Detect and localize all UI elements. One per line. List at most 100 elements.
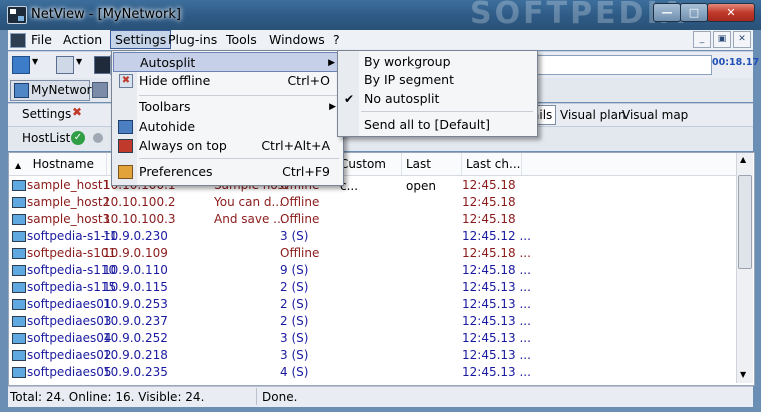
table-row[interactable]: softpedia-s1-t1 10.9.0.230 3 (S) 12:45.12 .… xyxy=(9,228,736,245)
maximize-button[interactable]: □ xyxy=(680,3,708,22)
menu-item-by-workgroup[interactable]: By workgroup xyxy=(339,52,536,72)
sort-up-icon: ▲ xyxy=(15,161,22,170)
close-button[interactable]: ✕ xyxy=(707,3,755,22)
menu-item-autohide[interactable]: Autohide xyxy=(113,117,342,137)
dropdown-arrow-icon[interactable]: ▼ xyxy=(32,57,38,66)
host-computer-icon xyxy=(12,299,26,310)
minimize-icon: — xyxy=(661,6,673,19)
scrollbar-thumb[interactable] xyxy=(738,175,752,269)
table-row[interactable]: softpedia-s115 10.9.0.115 2 (S) 12:45.13 ..… xyxy=(9,279,736,296)
hostlist-label: HostList xyxy=(22,131,71,145)
cell-comment: And save ... xyxy=(214,212,285,226)
cell-host: softpediaes03 xyxy=(27,314,112,328)
cell-state: 2 (S) xyxy=(280,314,309,328)
cell-state: Offline xyxy=(280,195,320,209)
refresh-icon[interactable] xyxy=(93,133,103,143)
menu-item-label: Send all to [Default] xyxy=(364,117,490,132)
cell-last-change: 12:45.18 xyxy=(462,195,516,209)
menu-item-toolbars[interactable]: Toolbars ▶ xyxy=(113,97,342,117)
cell-host: softpediaes01 xyxy=(27,297,112,311)
cell-state: 4 (S) xyxy=(280,365,309,379)
tab-visual-plan[interactable]: Visual plan xyxy=(560,106,626,124)
cell-host: softpediaes02 xyxy=(27,348,112,362)
tab-visual-map[interactable]: Visual map xyxy=(622,106,688,124)
tab-label: MyNetwork xyxy=(31,83,99,97)
table-row[interactable]: sample_host2 10.10.100.2 You can d... Offli… xyxy=(9,194,736,211)
time-readout: 00:18.17 xyxy=(712,57,760,68)
cell-last-change: 12:45.13 ... xyxy=(462,331,531,345)
menu-item-by-ip-segment[interactable]: By IP segment xyxy=(339,70,536,90)
host-computer-icon xyxy=(12,333,26,344)
cell-state: Offline xyxy=(280,212,320,226)
menu-windows[interactable]: Windows xyxy=(265,31,329,48)
title-bar[interactable]: NetView - [MyNetwork] SOFTPEDIA — □ ✕ xyxy=(0,0,761,31)
computer-icon[interactable] xyxy=(12,56,30,74)
scroll-up-icon[interactable]: ▲ xyxy=(740,155,746,164)
cell-state: 2 (S) xyxy=(280,280,309,294)
menu-action[interactable]: Action xyxy=(59,31,106,48)
table-row[interactable]: sample_host3 10.10.100.3 And save ... Offli… xyxy=(9,211,736,228)
check-icon[interactable]: ✓ xyxy=(71,131,85,145)
mdi-restore-button[interactable]: ▣ xyxy=(713,31,731,48)
cell-last-change: 12:45.12 ... xyxy=(462,229,531,243)
mdi-child-icon[interactable] xyxy=(10,33,26,48)
menu-item-autosplit[interactable]: Autosplit ▶ xyxy=(113,52,342,72)
menu-item-no-autosplit[interactable]: ✔ No autosplit xyxy=(339,89,536,109)
table-row[interactable]: softpediaes01 10.9.0.253 2 (S) 12:45.13 ... xyxy=(9,296,736,313)
hide-offline-icon: ✖ xyxy=(119,74,133,88)
menu-item-always-on-top[interactable]: Always on top Ctrl+Alt+A xyxy=(113,136,342,156)
menu-item-label: Hide offline xyxy=(139,73,211,88)
status-counts: Total: 24. Online: 16. Visible: 24. xyxy=(10,390,205,404)
status-message: Done. xyxy=(262,390,298,404)
submenu-arrow-icon: ▶ xyxy=(329,102,336,112)
menu-plugins[interactable]: Plug-ins xyxy=(164,31,221,48)
menu-item-shortcut: Ctrl+Alt+A xyxy=(261,138,330,153)
dropdown-arrow-icon[interactable]: ▼ xyxy=(76,57,82,66)
window-title: NetView - [MyNetwork] xyxy=(31,7,181,22)
scroll-down-icon[interactable]: ▼ xyxy=(740,370,746,379)
mdi-close-button[interactable]: ✕ xyxy=(733,31,751,48)
search-icon[interactable] xyxy=(56,56,74,74)
column-header-last-change[interactable]: Last ch... xyxy=(462,153,522,175)
close-icon: ✕ xyxy=(726,6,736,19)
table-row[interactable]: softpedia-s101 10.9.0.109 Offline 12:45.18 … xyxy=(9,245,736,262)
menu-item-label: By workgroup xyxy=(364,54,451,69)
menu-item-hide-offline[interactable]: ✖ Hide offline Ctrl+O xyxy=(113,71,342,91)
cell-ip: 10.9.0.230 xyxy=(103,229,168,243)
menu-item-send-all-default[interactable]: Send all to [Default] xyxy=(339,115,536,135)
submenu-arrow-icon: ▶ xyxy=(328,58,335,68)
close-pane-icon[interactable]: ✖ xyxy=(72,105,82,119)
cell-ip: 10.9.0.115 xyxy=(103,280,168,294)
host-computer-icon xyxy=(12,197,26,208)
minimize-button[interactable]: — xyxy=(653,3,681,22)
tab-scroll-button[interactable] xyxy=(92,82,108,98)
menu-file[interactable]: File xyxy=(27,31,56,48)
cell-last-change: 12:45.18 xyxy=(462,212,516,226)
column-header-hostname[interactable]: ▲ Hostname xyxy=(9,153,107,175)
table-row[interactable]: softpediaes05 10.9.0.235 4 (S) 12:45.13 ... xyxy=(9,364,736,381)
column-header-custom-comment[interactable]: Custom c... xyxy=(336,153,402,193)
menu-item-label: Preferences xyxy=(139,164,213,179)
tab-mynetwork[interactable]: MyNetwork xyxy=(10,80,99,101)
menu-item-preferences[interactable]: Preferences Ctrl+F9 xyxy=(113,162,342,182)
cell-last-change: 12:45.18 xyxy=(462,178,516,192)
menu-settings[interactable]: Settings xyxy=(110,30,172,49)
table-row[interactable]: softpediaes04 10.9.0.252 3 (S) 12:45.13 ... xyxy=(9,330,736,347)
settings-pane-label: Settings xyxy=(22,107,72,121)
settings-menu: Autosplit ▶ ✖ Hide offline Ctrl+O Toolba… xyxy=(111,50,344,186)
table-row[interactable]: softpediaes03 10.9.0.237 2 (S) 12:45.13 ... xyxy=(9,313,736,330)
cell-ip: 10.9.0.252 xyxy=(103,331,168,345)
menu-item-label: By IP segment xyxy=(364,72,454,87)
column-header-last-open[interactable]: Last open xyxy=(402,153,462,193)
menu-item-label: Always on top xyxy=(139,138,227,153)
menu-separator xyxy=(139,158,339,159)
host-computer-icon xyxy=(12,282,26,293)
menu-separator xyxy=(139,95,339,96)
autohide-icon xyxy=(118,120,133,134)
mdi-minimize-button[interactable]: _ xyxy=(693,31,711,48)
host-computer-icon xyxy=(12,180,26,191)
table-row[interactable]: softpedia-s110 10.9.0.110 9 (S) 12:45.18 ..… xyxy=(9,262,736,279)
menu-tools[interactable]: Tools xyxy=(222,31,261,48)
menu-help[interactable]: ? xyxy=(329,31,344,48)
table-row[interactable]: softpediaes02 10.9.0.218 3 (S) 12:45.13 ... xyxy=(9,347,736,364)
